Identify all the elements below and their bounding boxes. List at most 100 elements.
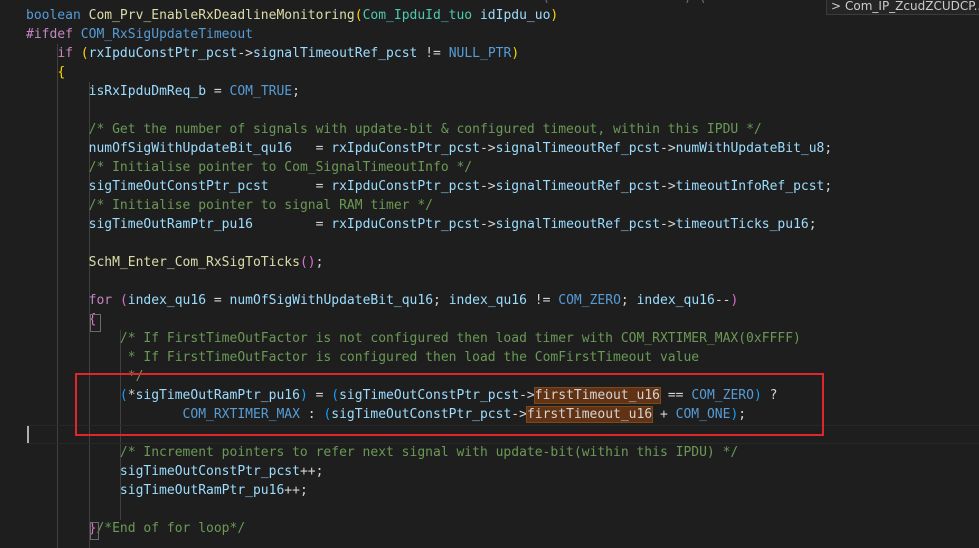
code-token: -> bbox=[480, 217, 496, 232]
code-token: timeoutInfoRef_pcst bbox=[675, 179, 825, 194]
code-token: /* Increment pointers to refer next sign… bbox=[119, 445, 739, 460]
code-line[interactable]: { bbox=[26, 63, 65, 82]
code-token: ( bbox=[119, 293, 128, 308]
code-token: sigTimeOutConstPtr_pcst bbox=[119, 464, 300, 479]
code-token: index_qu16 bbox=[636, 293, 715, 308]
code-token: ) bbox=[511, 46, 520, 61]
code-token: idIpdu_uo bbox=[479, 8, 551, 23]
code-line[interactable]: if (rxIpduConstPtr_pcst->signalTimeoutRe… bbox=[26, 44, 519, 63]
code-token: = bbox=[292, 141, 332, 156]
code-line[interactable]: sigTimeOutConstPtr_pcst++; bbox=[26, 462, 324, 481]
code-token: rxIpduConstPtr_pcst bbox=[88, 46, 238, 61]
code-line[interactable]: sigTimeOutConstPtr_pcst = rxIpduConstPtr… bbox=[26, 177, 833, 196]
code-token: numOfSigWithUpdateBit_qu16 bbox=[229, 293, 434, 308]
code-line[interactable]: * If FirstTimeOutFactor is configured th… bbox=[26, 348, 699, 367]
code-token: ; bbox=[292, 84, 300, 99]
code-token: /* Initialise pointer to signal RAM time… bbox=[88, 198, 433, 213]
code-token: ++; bbox=[284, 483, 308, 498]
code-line[interactable]: /* If FirstTimeOutFactor is not configur… bbox=[26, 329, 801, 348]
chevron-right-icon: > bbox=[830, 0, 842, 13]
code-token: for bbox=[88, 293, 113, 308]
code-token: ; bbox=[315, 255, 324, 270]
code-token: COM_TRUE bbox=[229, 84, 293, 99]
code-line[interactable]: /* Increment pointers to refer next sign… bbox=[26, 443, 738, 462]
code-line[interactable]: SchM_Enter_Com_RxSigToTicks(); bbox=[26, 253, 324, 272]
code-token: index_qu16 bbox=[448, 293, 527, 308]
code-line[interactable]: boolean Com_Prv_EnableRxDeadlineMonitori… bbox=[26, 6, 558, 25]
code-line[interactable]: sigTimeOutRamPtr_pu16 = rxIpduConstPtr_p… bbox=[26, 215, 817, 234]
code-line[interactable]: for (index_qu16 = numOfSigWithUpdateBit_… bbox=[26, 291, 739, 310]
code-token: signalTimeoutRef_pcst bbox=[495, 179, 661, 194]
code-line[interactable]: #ifdef COM_RxSigUpdateTimeout bbox=[26, 25, 253, 44]
code-token: ++; bbox=[299, 464, 324, 479]
code-token: /* If FirstTimeOutFactor is not configur… bbox=[119, 331, 801, 346]
code-line[interactable]: /* Initialise pointer to signal RAM time… bbox=[26, 196, 433, 215]
code-token: -> bbox=[479, 141, 496, 156]
code-token: ; bbox=[808, 217, 817, 232]
code-line[interactable]: numOfSigWithUpdateBit_qu16 = rxIpduConst… bbox=[26, 139, 833, 158]
code-token: /* Initialise pointer to Com_SignalTimeo… bbox=[88, 160, 473, 175]
code-token: boolean bbox=[26, 8, 81, 23]
code-token: -> bbox=[660, 217, 676, 232]
code-token: ; bbox=[824, 179, 833, 194]
editor-gutter bbox=[0, 0, 22, 548]
code-token: isRxIpduDmReq_b bbox=[88, 84, 207, 99]
code-token: signalTimeoutRef_pcst bbox=[495, 217, 661, 232]
code-editor[interactable]: ( ) ( ) boolean Com_Prv_EnableRxDeadline… bbox=[0, 0, 979, 548]
code-line[interactable]: }/*End of for loop*/ bbox=[26, 519, 246, 538]
code-token: COM_ZERO bbox=[558, 293, 621, 308]
code-token: = bbox=[268, 179, 332, 194]
code-token: numOfSigWithUpdateBit_qu16 bbox=[88, 141, 293, 156]
code-token: = bbox=[253, 217, 332, 232]
code-line[interactable]: /* Initialise pointer to Com_SignalTimeo… bbox=[26, 158, 473, 177]
code-token: rxIpduConstPtr_pcst bbox=[331, 179, 480, 194]
code-token: ; bbox=[824, 141, 833, 156]
code-token: rxIpduConstPtr_pcst bbox=[331, 217, 480, 232]
code-token: index_qu16 bbox=[127, 293, 207, 308]
code-token: ( bbox=[354, 8, 363, 23]
bracket-match-marker bbox=[90, 522, 99, 540]
code-token: ( bbox=[80, 46, 89, 61]
breadcrumb-overflow[interactable]: > Com_IP_ZcudZCUDCP... bbox=[826, 0, 979, 15]
code-token: NULL_PTR bbox=[448, 46, 512, 61]
text-cursor bbox=[27, 426, 29, 443]
code-line[interactable]: /* Get the number of signals with update… bbox=[26, 120, 762, 139]
code-token: () bbox=[299, 255, 316, 270]
code-token: timeoutTicks_pu16 bbox=[675, 217, 809, 232]
code-token: ) bbox=[550, 8, 559, 23]
code-token: ) bbox=[730, 293, 739, 308]
code-token: /*End of for loop*/ bbox=[96, 521, 246, 536]
code-token: = bbox=[206, 84, 230, 99]
code-token: = bbox=[206, 293, 230, 308]
code-token: sigTimeOutRamPtr_pu16 bbox=[119, 483, 285, 498]
code-token: * If FirstTimeOutFactor is configured th… bbox=[127, 350, 700, 365]
code-token: { bbox=[57, 65, 66, 80]
code-token: -- bbox=[714, 293, 731, 308]
code-token: -> bbox=[237, 46, 253, 61]
code-token: sigTimeOutConstPtr_pcst bbox=[88, 179, 269, 194]
code-token: -> bbox=[479, 179, 496, 194]
code-token: -> bbox=[660, 179, 676, 194]
code-line[interactable]: { bbox=[26, 310, 97, 329]
code-line[interactable]: sigTimeOutRamPtr_pu16++; bbox=[26, 481, 308, 500]
code-token: ; bbox=[433, 293, 449, 308]
code-line[interactable]: isRxIpduDmReq_b = COM_TRUE; bbox=[26, 82, 300, 101]
code-token: signalTimeoutRef_pcst bbox=[253, 46, 418, 61]
